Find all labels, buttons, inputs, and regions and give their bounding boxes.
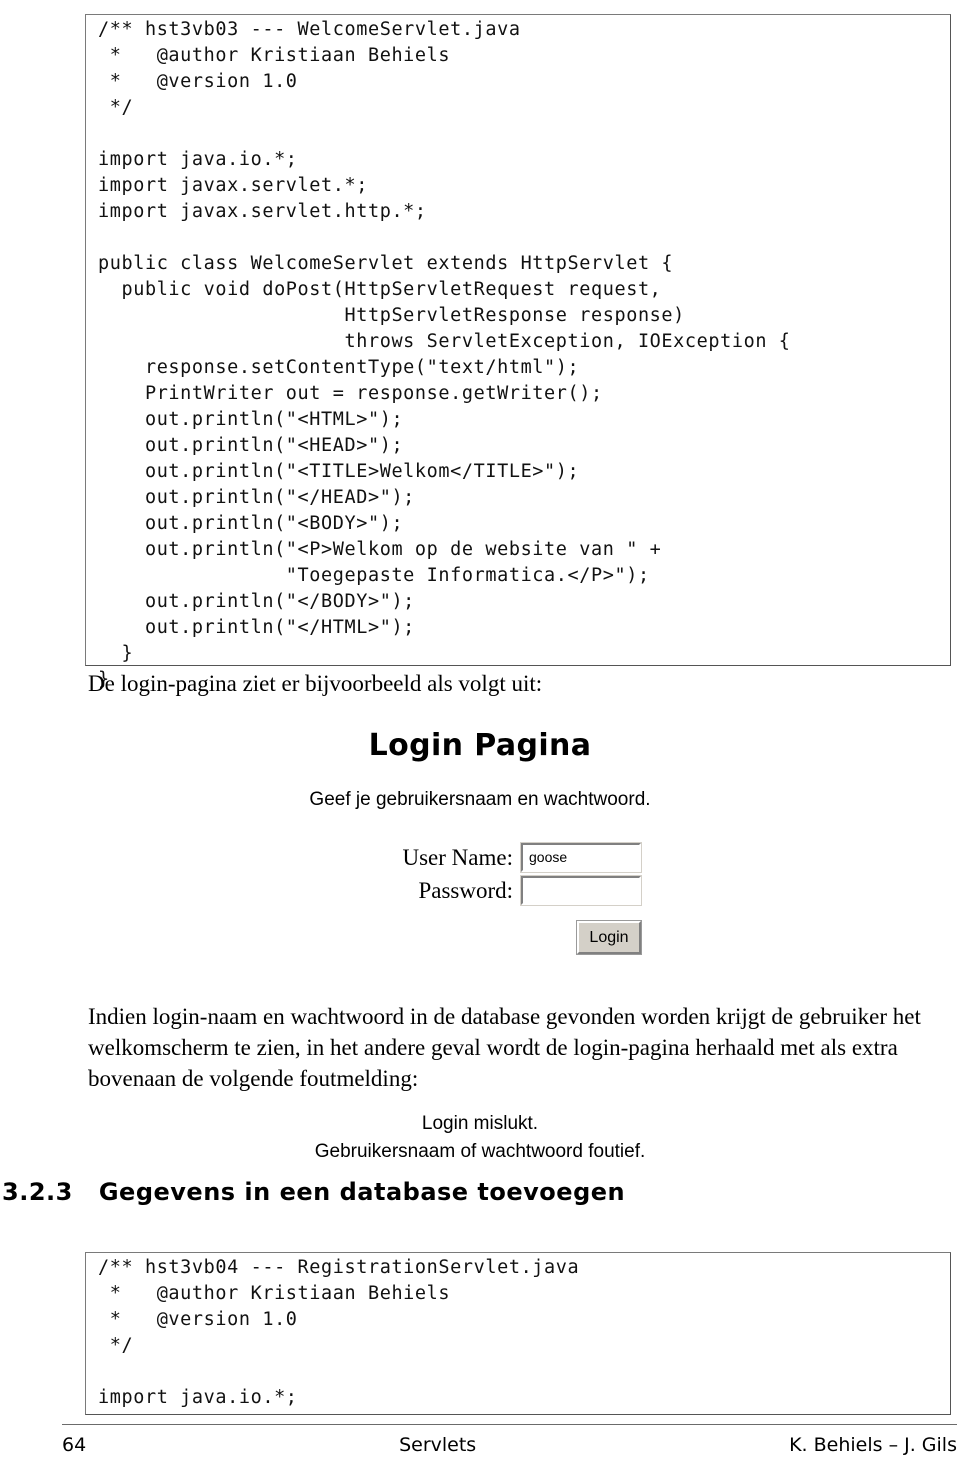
explanation-paragraph: Indien login-naam en wachtwoord in de da…	[88, 1004, 921, 1091]
login-form: User Name: goose Password: Login	[396, 842, 642, 955]
submit-row: Login	[396, 920, 642, 955]
password-input[interactable]	[520, 875, 642, 906]
login-button[interactable]: Login	[576, 920, 642, 955]
error-message-mock: Login mislukt. Gebruikersnaam of wachtwo…	[0, 1110, 960, 1166]
footer-page-number: 64	[62, 1434, 87, 1456]
footer-chapter-title: Servlets	[399, 1434, 477, 1456]
code-listing-registrationservlet-text: /** hst3vb04 --- RegistrationServlet.jav…	[98, 1256, 580, 1408]
footer-authors: K. Behiels – J. Gils	[789, 1434, 957, 1456]
username-input[interactable]: goose	[520, 842, 642, 873]
code-listing-welcomeservlet-text: /** hst3vb03 --- WelcomeServlet.java * @…	[98, 18, 791, 690]
code-listing-registrationservlet: /** hst3vb04 --- RegistrationServlet.jav…	[85, 1251, 951, 1415]
section-title: Gegevens in een database toevoegen	[98, 1178, 626, 1206]
error-message-line-1: Login mislukt.	[421, 1113, 539, 1134]
page-footer: 64 Servlets K. Behiels – J. Gils	[62, 1434, 957, 1456]
footer-divider	[62, 1424, 957, 1425]
username-row: User Name: goose	[396, 842, 642, 873]
section-number: 3.2.3	[2, 1178, 73, 1206]
username-label: User Name:	[402, 844, 514, 870]
intro-paragraph: De login-pagina ziet er bijvoorbeeld als…	[88, 671, 543, 696]
password-label: Password:	[418, 877, 513, 903]
section-heading: 3.2.3 Gegevens in een database toevoegen	[2, 1178, 625, 1206]
login-page-title: Login Pagina	[368, 728, 592, 763]
password-row: Password:	[396, 875, 642, 906]
login-page-subtitle: Geef je gebruikersnaam en wachtwoord.	[309, 789, 651, 810]
error-message-line-2: Gebruikersnaam of wachtwoord foutief.	[314, 1141, 646, 1162]
code-listing-welcomeservlet: /** hst3vb03 --- WelcomeServlet.java * @…	[85, 13, 951, 690]
